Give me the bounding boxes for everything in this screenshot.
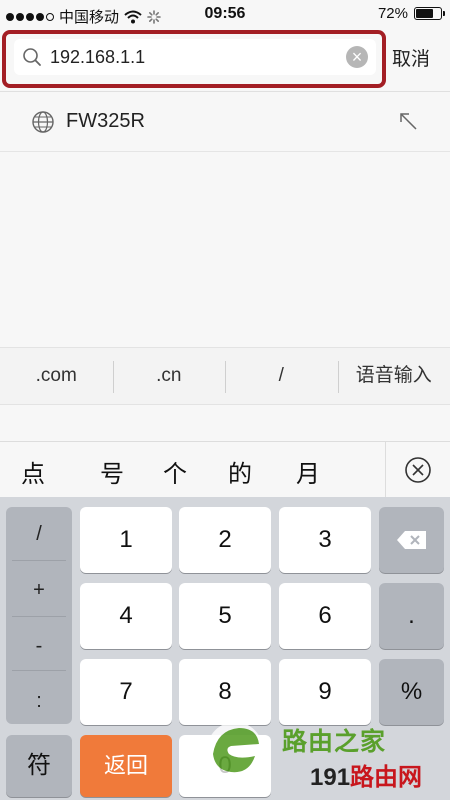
symbol-switch-key[interactable]: 符 [6,735,72,797]
key-4[interactable]: 4 [80,583,172,649]
watermark-site-prefix: 191 [310,764,351,791]
watermark-site: 191路由网 [310,757,422,792]
divider [12,616,66,617]
candidate-word[interactable]: 月 [296,454,320,489]
divider [12,560,66,561]
address-bar[interactable]: × [14,39,376,75]
key-9[interactable]: 9 [279,659,371,725]
candidate-word[interactable]: 的 [228,454,252,489]
close-keyboard-icon[interactable] [404,456,432,484]
back-key[interactable]: 返回 [80,735,172,797]
backspace-icon [396,531,426,549]
candidate-bar: 点 号 个 的 月 [0,441,450,498]
key-5[interactable]: 5 [179,583,271,649]
backspace-key[interactable] [379,507,444,573]
key-7[interactable]: 7 [80,659,172,725]
watermark-site-suffix: 路由网 [350,764,423,791]
voice-input-button[interactable]: 语音输入 [337,348,450,404]
clear-text-icon[interactable]: × [346,46,368,68]
key-1[interactable]: 1 [80,507,172,573]
key-dot[interactable]: . [379,583,444,649]
suggestion-item[interactable]: FW325R [0,94,450,152]
quick-input-bar: .com .cn / 语音输入 [0,347,450,405]
key-8[interactable]: 8 [179,659,271,725]
candidate-word[interactable]: 点 [21,454,45,489]
cancel-button[interactable]: 取消 [392,44,430,71]
candidate-word[interactable]: 个 [163,454,187,489]
divider [12,670,66,671]
quick-key-slash[interactable]: / [225,348,338,404]
status-right: 72% [377,5,445,22]
key-colon[interactable]: : [6,690,72,713]
key-2[interactable]: 2 [179,507,271,573]
key-plus[interactable]: + [6,579,72,602]
watermark-logo [207,722,263,778]
quick-key-cn[interactable]: .cn [112,348,226,404]
suggestion-label: FW325R [66,110,145,132]
quick-key-com[interactable]: .com [0,348,113,404]
screen: 中国移动 09:56 72% 192.168.1.1 × 取消 FW325R .… [0,0,450,800]
battery-percent: 72% [377,5,408,22]
key-3[interactable]: 3 [279,507,371,573]
search-row: × 取消 [0,30,450,92]
watermark-text: 路由之家 [282,728,387,756]
search-input[interactable] [50,42,320,72]
divider [385,442,386,498]
symbol-column: / + - : [6,507,72,724]
search-icon [14,39,50,75]
key-minus[interactable]: - [6,635,72,658]
battery-icon [414,7,445,20]
key-percent[interactable]: % [379,659,444,725]
fill-arrow-icon[interactable] [398,111,418,131]
globe-icon [32,111,54,133]
key-slash[interactable]: / [6,523,72,546]
status-bar: 中国移动 09:56 72% [0,0,450,30]
key-6[interactable]: 6 [279,583,371,649]
candidate-word[interactable]: 号 [100,454,124,489]
